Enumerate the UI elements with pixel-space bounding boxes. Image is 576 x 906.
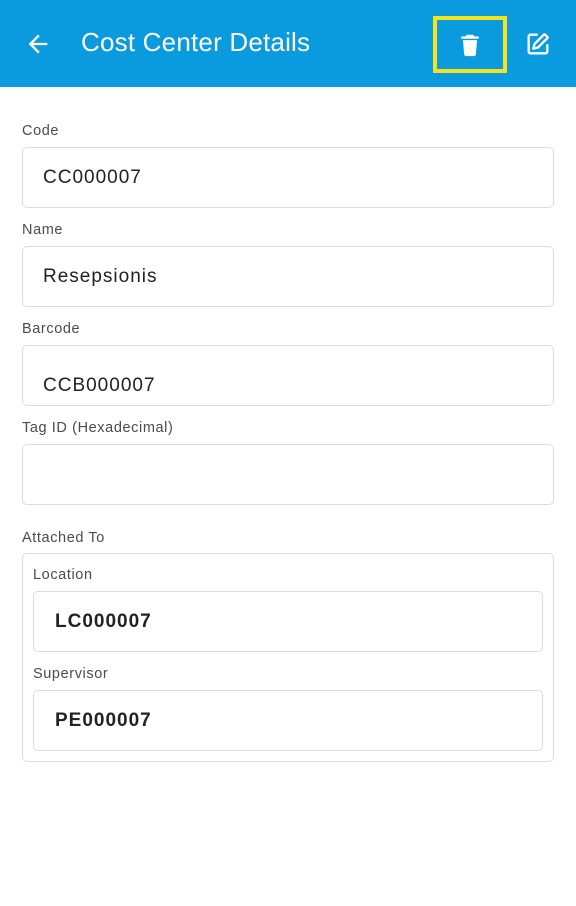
attached-to-group: Location LC000007 Supervisor PE000007 xyxy=(22,553,554,762)
tag-id-field[interactable] xyxy=(22,444,554,505)
name-label: Name xyxy=(22,222,64,238)
delete-button[interactable] xyxy=(433,16,507,73)
attached-to-label: Attached To xyxy=(22,530,105,546)
location-value: LC000007 xyxy=(55,611,152,632)
name-value: Resepsionis xyxy=(43,266,158,287)
trash-icon xyxy=(461,34,479,56)
tag-id-label: Tag ID (Hexadecimal) xyxy=(22,420,174,436)
location-label: Location xyxy=(33,567,93,583)
arrow-left-icon xyxy=(28,34,48,54)
code-field[interactable]: CC000007 xyxy=(22,147,554,208)
name-field[interactable]: Resepsionis xyxy=(22,246,554,307)
supervisor-field[interactable]: PE000007 xyxy=(33,690,543,751)
edit-icon xyxy=(527,32,550,55)
app-bar: Cost Center Details xyxy=(0,0,576,87)
supervisor-value: PE000007 xyxy=(55,710,152,731)
barcode-value: CCB000007 xyxy=(43,375,156,396)
page-title: Cost Center Details xyxy=(81,27,311,57)
supervisor-label: Supervisor xyxy=(33,666,109,682)
barcode-field[interactable]: CCB000007 xyxy=(22,345,554,406)
back-button[interactable] xyxy=(18,24,58,64)
location-field[interactable]: LC000007 xyxy=(33,591,543,652)
code-value: CC000007 xyxy=(43,167,142,188)
barcode-label: Barcode xyxy=(22,321,81,337)
edit-button[interactable] xyxy=(518,24,558,64)
code-label: Code xyxy=(22,123,60,139)
